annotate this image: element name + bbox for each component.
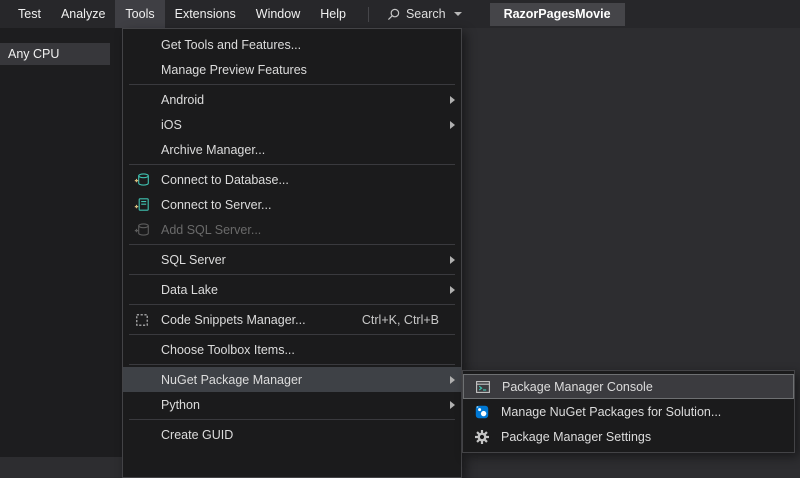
left-editor-area: Any CPU [0,28,122,457]
menu-item-manage-nuget-packages-for-solution[interactable]: Manage NuGet Packages for Solution... [463,399,794,424]
menu-separator [129,244,455,245]
menu-item-get-tools-and-features[interactable]: Get Tools and Features... [123,32,461,57]
submenu-arrow-icon [441,96,455,104]
menu-item-data-lake[interactable]: Data Lake [123,277,461,302]
menubar-item-test[interactable]: Test [8,0,51,28]
menu-item-sql-server[interactable]: SQL Server [123,247,461,272]
menu-item-label: Add SQL Server... [161,223,441,237]
menu-item-package-manager-settings[interactable]: Package Manager Settings [463,424,794,449]
menu-item-label: SQL Server [161,253,441,267]
chevron-down-icon [454,12,462,16]
menu-item-label: Manage Preview Features [161,63,441,77]
menu-item-label: Create GUID [161,428,441,442]
search-label: Search [406,7,446,21]
menu-item-python[interactable]: Python [123,392,461,417]
platform-dropdown[interactable]: Any CPU [0,43,110,65]
menu-item-label: Choose Toolbox Items... [161,343,441,357]
search-icon [387,8,400,21]
connect-database-icon [123,172,161,188]
menu-item-android[interactable]: Android [123,87,461,112]
menu-item-label: Connect to Server... [161,198,441,212]
add-sql-server-icon [123,222,161,238]
menu-item-choose-toolbox-items[interactable]: Choose Toolbox Items... [123,337,461,362]
menu-item-nuget-package-manager[interactable]: NuGet Package Manager [123,367,461,392]
menubar-item-help[interactable]: Help [310,0,356,28]
menu-item-package-manager-console[interactable]: Package Manager Console [463,374,794,399]
menu-item-shortcut: Ctrl+K, Ctrl+B [362,313,439,327]
menubar-items: TestAnalyzeToolsExtensionsWindowHelp [8,0,356,28]
menu-item-label: NuGet Package Manager [161,373,441,387]
menubar-item-tools[interactable]: Tools [115,0,164,28]
submenu-arrow-icon [441,401,455,409]
menubar-divider [368,7,369,22]
submenu-arrow-icon [441,121,455,129]
menu-item-label: Manage NuGet Packages for Solution... [501,405,774,419]
menu-item-label: iOS [161,118,441,132]
menubar-item-window[interactable]: Window [246,0,310,28]
submenu-arrow-icon [441,286,455,294]
menu-separator [129,84,455,85]
tools-menu: Get Tools and Features... Manage Preview … [122,28,462,478]
submenu-arrow-icon [441,256,455,264]
menu-separator [129,304,455,305]
code-snippets-icon [123,312,161,328]
package-manager-console-icon [464,379,502,395]
menu-separator [129,419,455,420]
menu-item-manage-preview-features[interactable]: Manage Preview Features [123,57,461,82]
search-box[interactable]: Search [381,3,468,25]
nuget-icon [463,404,501,420]
menu-item-label: Data Lake [161,283,441,297]
menu-separator [129,364,455,365]
menu-item-ios[interactable]: iOS [123,112,461,137]
menu-item-label: Android [161,93,441,107]
menu-item-add-sql-server[interactable]: Add SQL Server... [123,217,461,242]
menu-item-label: Python [161,398,441,412]
menu-separator [129,334,455,335]
menu-item-label: Code Snippets Manager... [161,313,362,327]
menu-item-label: Archive Manager... [161,143,441,157]
gear-icon [463,429,501,445]
connect-server-icon [123,197,161,213]
menu-item-code-snippets-manager[interactable]: Code Snippets Manager...Ctrl+K, Ctrl+B [123,307,461,332]
menubar-item-extensions[interactable]: Extensions [165,0,246,28]
menu-item-create-guid[interactable]: Create GUID [123,422,461,447]
submenu-arrow-icon [441,376,455,384]
menu-bar: TestAnalyzeToolsExtensionsWindowHelp Sea… [0,0,800,28]
solution-name-badge[interactable]: RazorPagesMovie [490,3,625,26]
menu-separator [129,164,455,165]
menu-item-label: Package Manager Console [502,380,773,394]
menu-item-connect-to-database[interactable]: Connect to Database... [123,167,461,192]
menu-item-label: Connect to Database... [161,173,441,187]
menu-separator [129,274,455,275]
nuget-package-manager-submenu: Package Manager Console Manage NuGet Pack… [462,370,795,453]
menu-item-connect-to-server[interactable]: Connect to Server... [123,192,461,217]
menubar-item-analyze[interactable]: Analyze [51,0,115,28]
menu-item-archive-manager[interactable]: Archive Manager... [123,137,461,162]
menu-item-label: Package Manager Settings [501,430,774,444]
menu-item-label: Get Tools and Features... [161,38,441,52]
